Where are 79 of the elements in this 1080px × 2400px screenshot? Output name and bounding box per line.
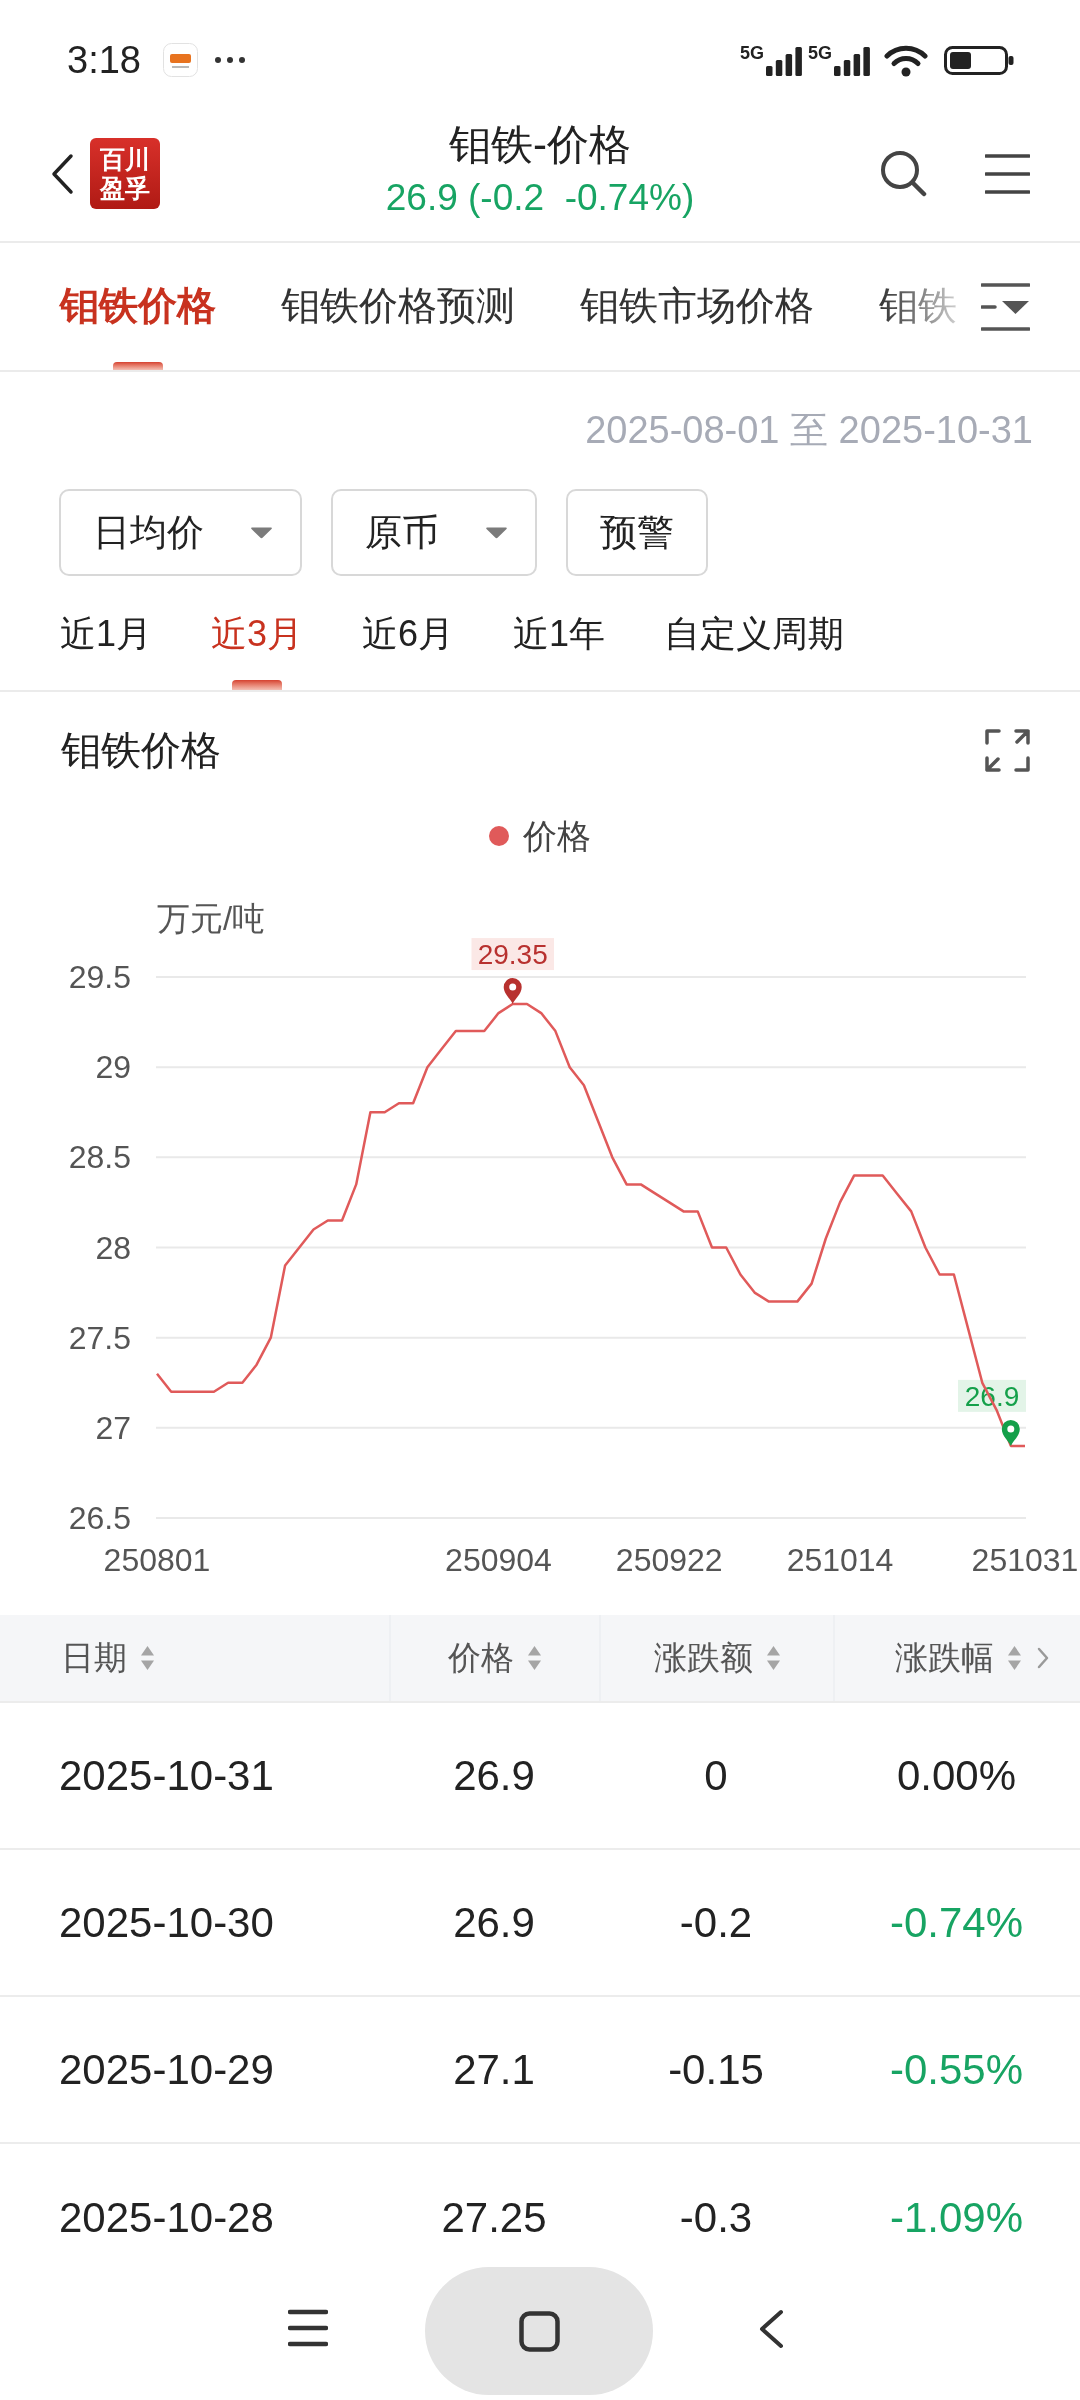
table-cell-text: -0.74% — [889, 1898, 1024, 1948]
caret-down-icon — [485, 526, 508, 539]
chevron-right-icon[interactable] — [1037, 1647, 1049, 1669]
pin-icon — [1001, 1419, 1020, 1446]
column-header[interactable]: 涨跌额 — [653, 1633, 781, 1683]
y-axis-label: 27.5 — [68, 1319, 131, 1356]
dropdown[interactable]: 日均价 — [59, 489, 302, 576]
table-cell-text: 27.25 — [441, 2193, 547, 2243]
status-time: 3:18 — [67, 41, 141, 79]
x-axis-label: 251014 — [786, 1542, 894, 1578]
table-cell-text: -0.15 — [668, 2045, 764, 2095]
x-axis-label: 250904 — [445, 1542, 552, 1578]
chart-title: 钼铁价格 — [61, 727, 221, 774]
wifi-icon — [884, 43, 928, 77]
table-cell-text: -0.55% — [889, 2045, 1024, 2095]
table-cell-text: 0 — [704, 1751, 728, 1801]
y-axis-label: 28 — [95, 1229, 131, 1266]
x-axis-label: 250922 — [615, 1542, 723, 1578]
x-axis-label: 250801 — [103, 1542, 211, 1578]
x-axis-label: 251031 — [971, 1542, 1079, 1578]
value-label: 29.35 — [471, 938, 554, 971]
date-range: 2025-08-01 至 2025-10-31 — [585, 407, 1033, 453]
table-cell-text: 2025-10-31 — [59, 1751, 274, 1801]
period-tab[interactable]: 近1月 — [60, 577, 153, 690]
category-tab[interactable]: 钼铁市场价格 — [580, 243, 814, 370]
battery-icon — [944, 45, 1014, 75]
period-tab[interactable]: 近1年 — [513, 577, 606, 690]
search-icon[interactable] — [880, 150, 927, 197]
table-cell-text: 26.9 — [453, 1751, 535, 1801]
app-logo: 百川 盈孚 — [90, 138, 160, 209]
column-header[interactable]: 日期 — [61, 1633, 155, 1683]
page-title: 钼铁-价格 — [449, 121, 631, 169]
period-tab[interactable]: 自定义周期 — [664, 577, 845, 690]
pin-icon — [503, 978, 522, 1004]
sort-icon — [140, 1645, 155, 1671]
app-icon — [162, 43, 198, 77]
sort-icon — [1007, 1645, 1022, 1671]
column-header[interactable]: 价格 — [448, 1633, 542, 1683]
y-axis-label: 29 — [95, 1049, 131, 1086]
dropdown[interactable]: 原币 — [331, 489, 537, 576]
alert-button[interactable]: 预警 — [566, 489, 708, 576]
more-dots-icon — [214, 57, 245, 63]
y-axis-label: 29.5 — [68, 959, 131, 995]
table-cell-text: 2025-10-29 — [59, 2045, 274, 2095]
column-header[interactable]: 涨跌幅 — [895, 1633, 1022, 1683]
signal-icon — [766, 47, 802, 76]
axis-unit-label: 万元/吨 — [157, 900, 266, 937]
category-tab[interactable]: 钼铁价格预测 — [281, 243, 515, 370]
y-axis-label: 28.5 — [68, 1139, 131, 1176]
table-cell-text: 2025-10-30 — [59, 1898, 274, 1948]
menu-dropdown-icon[interactable] — [981, 282, 1030, 332]
y-axis-label: 26.5 — [68, 1500, 131, 1536]
signal-icon — [834, 47, 870, 76]
table-cell-text: 0.00% — [896, 1751, 1017, 1801]
network-type-label: 5G — [739, 44, 764, 62]
table-cell-text: 27.1 — [453, 2045, 535, 2095]
tab-indicator — [113, 362, 163, 370]
table-cell-text: -1.09% — [889, 2193, 1024, 2243]
chevron-left-icon — [50, 152, 74, 195]
sort-icon — [765, 1645, 781, 1671]
table-cell-text: -0.3 — [679, 2193, 753, 2243]
expand-icon[interactable] — [985, 728, 1030, 772]
network-type-label: 5G — [808, 44, 832, 62]
chevron-left-icon[interactable] — [758, 2309, 784, 2349]
square-icon — [518, 2310, 560, 2352]
price-quote: 26.9 (-0.2 -0.74%) — [385, 176, 695, 220]
menu-icon[interactable] — [288, 2309, 328, 2347]
sort-icon — [527, 1645, 542, 1671]
table-cell-text: 2025-10-28 — [59, 2193, 274, 2243]
table-cell-text: 26.9 — [453, 1898, 535, 1948]
period-tab[interactable]: 近6月 — [362, 577, 455, 690]
menu-icon[interactable] — [985, 152, 1030, 195]
tab-indicator — [232, 680, 283, 690]
y-axis-label: 27 — [95, 1409, 131, 1446]
category-tab[interactable]: 钼铁价格 — [60, 243, 216, 370]
legend-label: 价格 — [523, 815, 591, 857]
period-tab[interactable]: 近3月 — [211, 577, 304, 690]
caret-down-icon — [250, 526, 273, 539]
table-cell-text: -0.2 — [679, 1898, 753, 1948]
